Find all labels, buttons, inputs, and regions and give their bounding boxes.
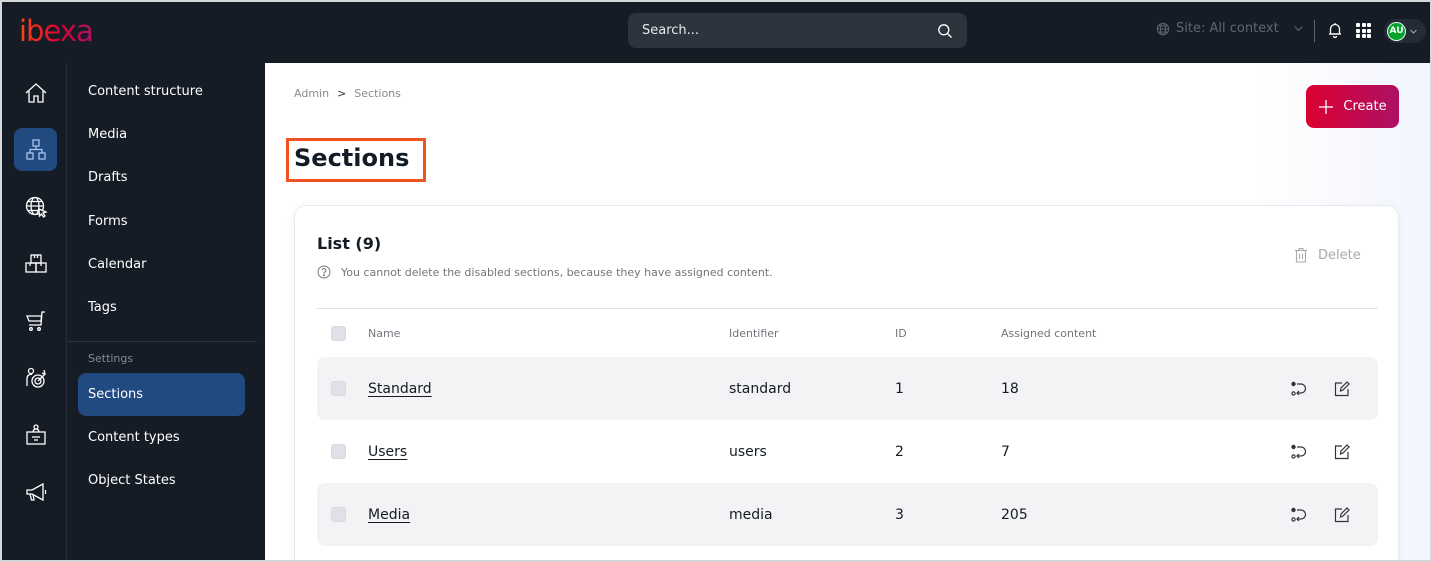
breadcrumb-item-admin[interactable]: Admin [294, 87, 329, 100]
product-boxes-icon [24, 253, 47, 273]
subnav-item-content-types[interactable]: Content types [78, 416, 245, 459]
delete-button-label: Delete [1318, 247, 1361, 263]
section-assigned-count: 7 [1001, 443, 1010, 460]
site-globe-icon [25, 196, 48, 218]
search-icon[interactable] [937, 23, 953, 39]
column-header-name[interactable]: Name [368, 322, 400, 344]
subnav-item-forms[interactable]: Forms [78, 200, 245, 243]
breadcrumb: Admin > Sections [294, 87, 401, 100]
ibexa-logo[interactable]: ibexa [19, 14, 94, 48]
select-all-checkbox[interactable] [331, 325, 346, 341]
assign-content-button[interactable] [1290, 420, 1308, 483]
section-id: 1 [895, 380, 904, 397]
bell-icon[interactable] [1326, 21, 1344, 39]
table-row: Users users 2 7 [317, 420, 1378, 483]
site-context-selector[interactable]: Site: All context [1156, 21, 1304, 36]
megaphone-icon [25, 482, 46, 501]
subnav-group-settings: Settings [88, 352, 134, 365]
rail-item-content[interactable] [14, 128, 57, 171]
subnav-item-calendar[interactable]: Calendar [78, 243, 245, 286]
rail-item-commerce[interactable] [14, 299, 57, 342]
section-name-link[interactable]: Standard [368, 381, 432, 397]
edit-icon [1334, 443, 1350, 459]
section-identifier: users [729, 443, 767, 460]
topbar-divider [1314, 20, 1315, 42]
app-window: ibexa Site: All context AU [2, 2, 1430, 560]
subnav-item-object-states[interactable]: Object States [78, 459, 245, 502]
breadcrumb-item-sections: Sections [354, 87, 401, 100]
chevron-down-icon [1410, 29, 1417, 34]
search-input[interactable] [642, 23, 937, 38]
section-identifier: standard [729, 380, 792, 397]
row-checkbox[interactable] [331, 381, 346, 396]
section-identifier: media [729, 506, 773, 523]
table-row: Media media 3 205 [317, 483, 1378, 546]
avatar: AU [1387, 21, 1406, 41]
create-button-label: Create [1343, 99, 1387, 114]
search-box[interactable] [628, 13, 967, 48]
section-name-link[interactable]: Media [368, 507, 410, 523]
edit-button[interactable] [1333, 483, 1351, 546]
list-title: List (9) [317, 234, 382, 253]
edit-button[interactable] [1333, 420, 1351, 483]
rail-item-dashboard[interactable] [14, 71, 57, 114]
globe-icon [1156, 22, 1170, 35]
badge-icon [25, 423, 46, 445]
assign-icon [1291, 381, 1307, 396]
grid-icon[interactable] [1356, 23, 1371, 38]
plus-icon [1319, 99, 1334, 114]
section-name-link[interactable]: Users [368, 444, 407, 460]
cart-icon [25, 310, 45, 331]
table-row: Standard standard 1 18 [317, 357, 1378, 420]
row-checkbox[interactable] [331, 507, 346, 522]
customer-target-icon [25, 367, 46, 388]
section-id: 3 [895, 506, 904, 523]
column-header-assigned-content[interactable]: Assigned content [1001, 322, 1096, 344]
trash-icon [1295, 247, 1307, 263]
assign-content-button[interactable] [1290, 357, 1308, 420]
list-note-text: You cannot delete the disabled sections,… [341, 265, 773, 279]
subnav-item-content-structure[interactable]: Content structure [78, 70, 245, 113]
edit-icon [1334, 506, 1350, 522]
subnav-item-drafts[interactable]: Drafts [78, 156, 245, 199]
content-structure-icon [25, 138, 46, 160]
rail-item-marketing[interactable] [14, 470, 57, 513]
page-title: Sections [294, 144, 410, 172]
delete-button[interactable]: Delete [1294, 247, 1361, 263]
breadcrumb-separator: > [337, 87, 347, 100]
subnav-item-tags[interactable]: Tags [78, 286, 245, 329]
edit-button[interactable] [1333, 357, 1351, 420]
rail-item-customer-portal[interactable] [14, 356, 57, 399]
sections-list-card: List (9) You cannot delete the disabled … [294, 205, 1399, 560]
top-bar: ibexa Site: All context AU [2, 2, 1430, 63]
assign-icon [1291, 507, 1307, 522]
create-button[interactable]: Create [1306, 85, 1399, 128]
main-nav-rail [2, 63, 67, 560]
edit-icon [1334, 380, 1350, 396]
row-checkbox[interactable] [331, 444, 346, 459]
section-assigned-count: 205 [1001, 506, 1028, 523]
rail-item-product-catalog[interactable] [14, 242, 57, 285]
main-content: Admin > Sections Sections Create List (9… [265, 63, 1430, 560]
user-menu[interactable]: AU [1384, 19, 1426, 43]
chevron-down-icon [1294, 26, 1303, 32]
rail-item-admin-badge[interactable] [14, 413, 57, 456]
subnav-item-media[interactable]: Media [78, 113, 245, 156]
subnav-item-sections[interactable]: Sections [78, 373, 245, 416]
assign-icon [1291, 444, 1307, 459]
site-context-label: Site: All context [1176, 21, 1279, 36]
list-divider [317, 308, 1378, 309]
help-circle-icon [317, 265, 331, 279]
sub-navigation: Content structure Media Drafts Forms Cal… [67, 63, 265, 560]
section-id: 2 [895, 443, 904, 460]
rail-item-site[interactable] [14, 185, 57, 228]
subnav-divider [67, 341, 257, 342]
list-note: You cannot delete the disabled sections,… [317, 265, 773, 279]
assign-content-button[interactable] [1290, 483, 1308, 546]
column-header-id[interactable]: ID [895, 322, 907, 344]
section-assigned-count: 18 [1001, 380, 1019, 397]
column-header-identifier[interactable]: Identifier [729, 322, 779, 344]
home-icon [25, 82, 46, 103]
table-header: Name Identifier ID Assigned content [317, 322, 1378, 344]
